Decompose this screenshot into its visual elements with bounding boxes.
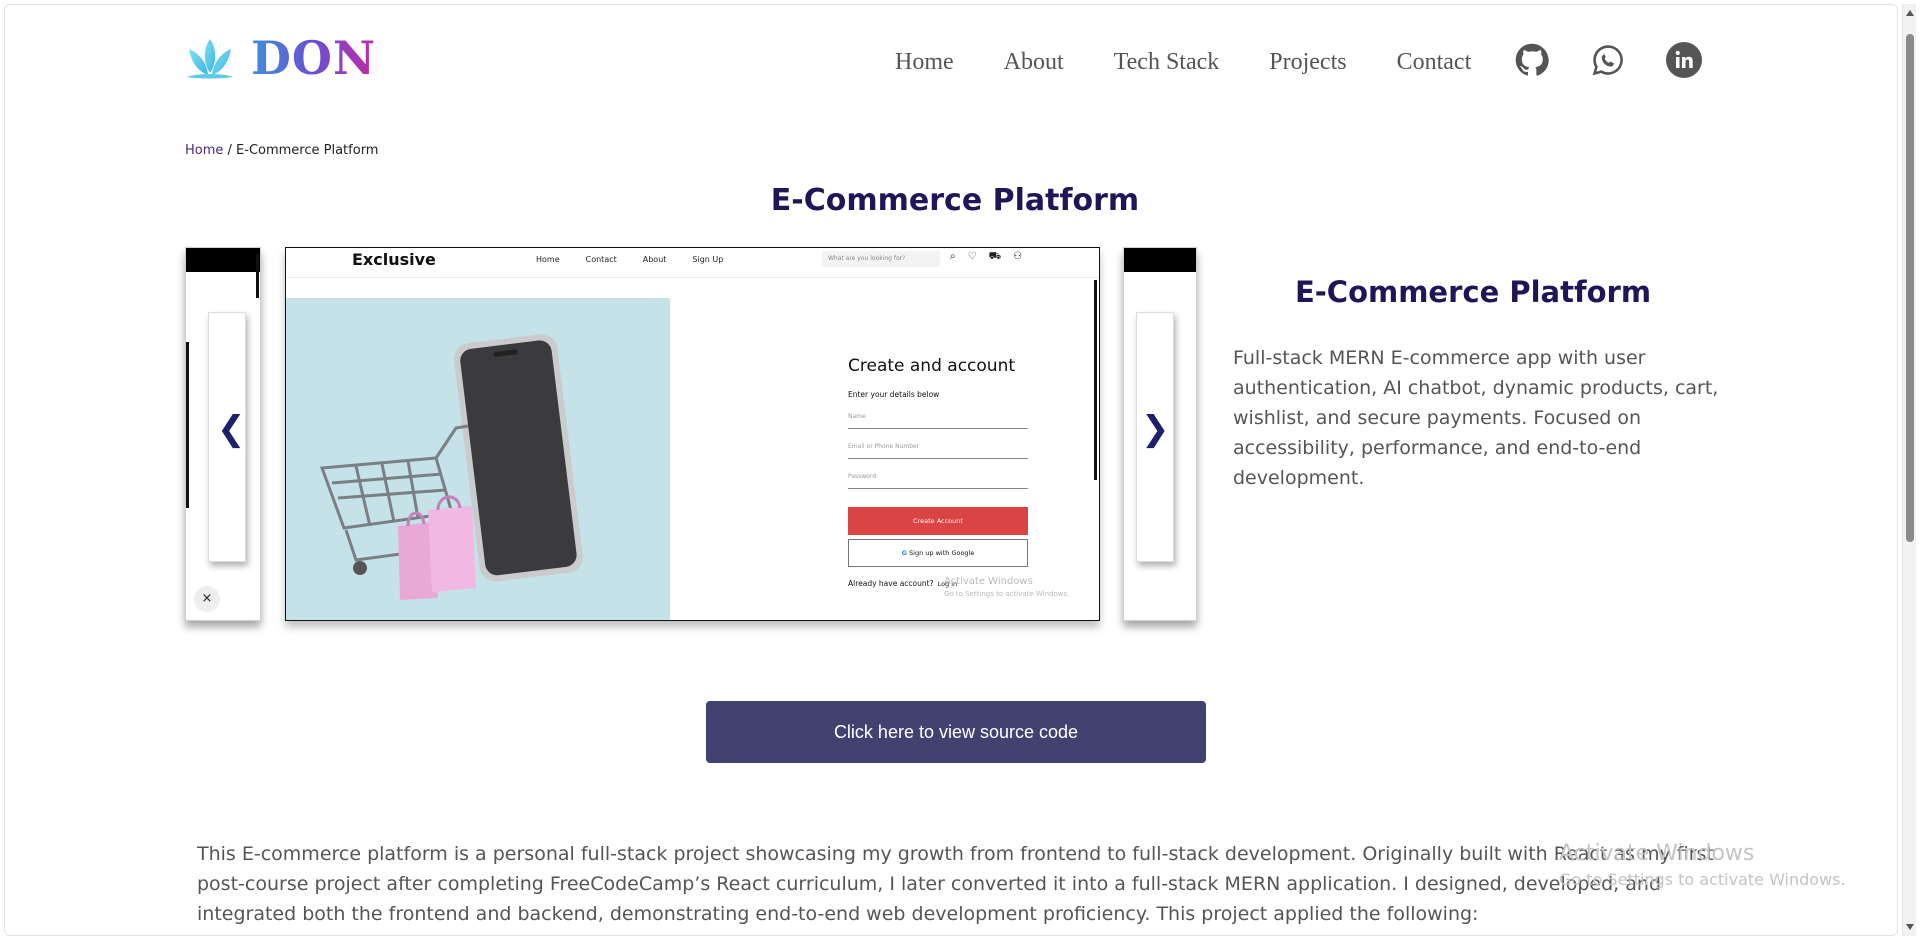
- project-description: Full-stack MERN E-commerce app with user…: [1233, 347, 1719, 489]
- breadcrumb-current: E-Commerce Platform: [236, 143, 379, 158]
- preview-top-bar: [1124, 248, 1196, 272]
- user-icon: ⚇: [1013, 251, 1023, 262]
- github-icon[interactable]: [1513, 41, 1551, 79]
- preview-top-bar: [186, 248, 260, 272]
- current-slide: Exclusive Home Contact About Sign Up Wha…: [285, 247, 1100, 621]
- slide-name-field: Name: [848, 413, 1028, 429]
- project-title: E-Commerce Platform: [1294, 275, 1652, 309]
- slide-nav-item: Home: [536, 255, 560, 264]
- linkedin-icon[interactable]: [1665, 41, 1703, 79]
- social-links: [1513, 41, 1703, 79]
- watermark-title: Activate Windows: [1559, 841, 1755, 866]
- slide-brand: Exclusive: [352, 250, 436, 269]
- slide-header-icons: ⌕ ♡ ⛟ ⚇: [950, 251, 1034, 264]
- whatsapp-icon[interactable]: [1589, 41, 1627, 79]
- windows-activation-watermark: Activate Windows Go to Settings to activ…: [1559, 841, 1846, 889]
- brand-name: DON: [251, 31, 377, 85]
- lotus-logo-icon: [187, 39, 233, 79]
- slide-nav: Home Contact About Sign Up: [536, 255, 749, 264]
- carousel-next-button[interactable]: ❯: [1141, 409, 1170, 449]
- nav-contact[interactable]: Contact: [1397, 49, 1472, 76]
- google-icon: G: [901, 549, 907, 557]
- search-icon: ⌕: [950, 251, 956, 262]
- slide-search-box: What are you looking for?: [822, 251, 940, 267]
- slide-form-title: Create and account: [848, 356, 1016, 376]
- page-title: E-Commerce Platform: [770, 183, 1140, 218]
- phone-cart-illustration: [286, 298, 670, 620]
- slide-hero-image: [286, 298, 670, 620]
- slide-watermark-sub: Go to Settings to activate Windows.: [944, 590, 1070, 598]
- logo[interactable]: DON: [183, 31, 376, 85]
- main-nav: Home About Tech Stack Projects Contact: [895, 49, 1471, 76]
- slide-google-button: G Sign up with Google: [848, 539, 1028, 567]
- slide-windows-watermark: Activate Windows Go to Settings to activ…: [944, 576, 1069, 600]
- nav-home[interactable]: Home: [895, 49, 954, 76]
- slide-watermark-title: Activate Windows: [944, 576, 1033, 587]
- cart-icon: ⛟: [988, 251, 1002, 262]
- slide-nav-item: Sign Up: [692, 255, 724, 264]
- heart-icon: ♡: [967, 251, 977, 262]
- slide-create-account-button: Create Account: [848, 507, 1028, 535]
- slide-email-field: Email or Phone Number: [848, 443, 1028, 459]
- slide-password-field: Password: [848, 473, 1028, 489]
- watermark-subtitle: Go to Settings to activate Windows.: [1559, 870, 1846, 889]
- browser-viewport: DON Home About Tech Stack Projects Conta…: [4, 4, 1898, 936]
- nav-projects[interactable]: Projects: [1269, 49, 1346, 76]
- preview-edge: [186, 342, 189, 508]
- slide-scrollbar: [1094, 280, 1097, 480]
- breadcrumb-separator: /: [223, 143, 237, 158]
- nav-about[interactable]: About: [1004, 49, 1064, 76]
- slide-signup-form: Create and account Enter your details be…: [848, 356, 1028, 588]
- scroll-down-arrow-icon[interactable]: [1906, 924, 1914, 930]
- project-body-text: This E-commerce platform is a personal f…: [197, 843, 1714, 925]
- page-scrollbar[interactable]: [1902, 4, 1916, 936]
- nav-tech-stack[interactable]: Tech Stack: [1114, 49, 1220, 76]
- close-icon[interactable]: ×: [194, 586, 220, 612]
- slide-form-subtitle: Enter your details below: [848, 390, 940, 399]
- slide-login-text: Already have account?: [848, 579, 934, 588]
- scroll-up-arrow-icon[interactable]: [1906, 10, 1914, 16]
- slide-google-label: Sign up with Google: [909, 549, 975, 557]
- view-source-button[interactable]: Click here to view source code: [706, 701, 1206, 763]
- slide-nav-item: Contact: [585, 255, 617, 264]
- site-header: DON Home About Tech Stack Projects Conta…: [5, 5, 1885, 115]
- project-carousel: × Exclusive Home Contact About Sign Up W…: [185, 247, 1197, 629]
- breadcrumb-home[interactable]: Home: [185, 143, 223, 158]
- preview-scroll: [256, 254, 259, 298]
- scroll-thumb[interactable]: [1906, 34, 1914, 542]
- slide-nav-item: About: [642, 255, 667, 264]
- carousel-prev-button[interactable]: ❮: [217, 409, 246, 449]
- breadcrumb: Home / E-Commerce Platform: [185, 143, 378, 158]
- slide-site-header: Exclusive Home Contact About Sign Up Wha…: [286, 248, 1099, 278]
